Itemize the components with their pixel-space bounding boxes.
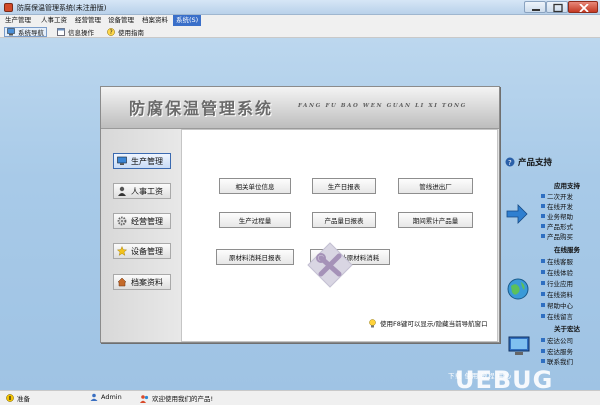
app-icon [4,3,13,12]
link-industry-app[interactable]: 行业应用 [541,278,573,288]
monitor-icon [117,156,127,165]
svg-text:?: ? [110,29,113,36]
link-online-dev[interactable]: 在线开发 [541,201,573,211]
category-label: 设备管理 [131,246,163,256]
help-icon: ? [107,28,115,36]
f8-hint: 使用F8键可以显示/隐藏当前导航窗口 [368,318,488,328]
tool-info-ops[interactable]: 信息操作 [57,27,94,37]
globe-icon [507,278,529,300]
category-equipment[interactable]: 设备管理 [113,243,171,259]
section-about: 关于宏达 [554,325,580,333]
menu-equipment[interactable]: 设备管理 [105,15,137,26]
close-button[interactable] [568,1,598,13]
user-icon [118,186,126,196]
function-production-daily[interactable]: 生产日报表 [312,178,376,194]
tool-system-nav[interactable]: 系统导航 [4,27,47,37]
user-icon [90,393,98,401]
link-company[interactable]: 宏达公司 [541,335,573,345]
function-period-output[interactable]: 期间累计产品量 [398,212,473,228]
menu-bar: 生产管理 人事工资 经营管理 设备管理 档案资料 系统(S) [0,15,600,26]
tool-label: 使用指南 [118,29,144,37]
close-icon [579,4,589,12]
section-online-service: 在线服务 [554,246,580,254]
title-bar: 防腐保温管理系统(未注册版) [0,0,600,15]
support-title: 产品支持 [518,158,553,168]
tool-user-guide[interactable]: ? 使用指南 [107,27,144,37]
arrow-right-icon [506,204,528,224]
svg-text:?: ? [508,159,512,167]
tool-label: 信息操作 [68,29,94,37]
menu-business[interactable]: 经营管理 [72,15,104,26]
computer-icon [508,336,530,355]
gear-icon [117,216,127,226]
minimize-button[interactable] [524,1,546,13]
function-related-units[interactable]: 相关单位信息 [219,178,291,194]
menu-production[interactable]: 生产管理 [2,15,34,26]
navigation-panel: 防腐保温管理系统 FANG FU BAO WEN GUAN LI XI TONG… [100,86,500,343]
product-support-panel: ? 产品支持 应用支持 二次开发 在线开发 业务帮助 产品形式 产品购买 在线服… [505,156,600,371]
status-message: 欢迎使用我们的产品! [140,393,213,403]
category-business[interactable]: 经营管理 [113,213,171,229]
nav-title: 防腐保温管理系统 [129,99,274,118]
link-product-purchase[interactable]: 产品购买 [541,231,573,241]
star-icon [117,246,127,256]
link-online-trial[interactable]: 在线体验 [541,267,573,277]
nav-pinyin: FANG FU BAO WEN GUAN LI XI TONG [298,103,467,109]
support-header: ? 产品支持 [505,156,552,168]
hint-text: 使用F8键可以显示/隐藏当前导航窗口 [380,320,488,328]
function-pipeline-inout[interactable]: 管线进出厂 [398,178,473,194]
function-material-daily[interactable]: 原材料消耗日报表 [216,249,294,265]
category-label: 人事工资 [131,186,163,196]
category-label: 经营管理 [131,216,163,226]
monitor-icon [7,28,15,36]
category-archive[interactable]: 档案资料 [113,274,171,290]
function-output-daily[interactable]: 产品量日报表 [312,212,376,228]
status-bar: 准备 Admin 欢迎使用我们的产品! [0,390,600,405]
link-contact[interactable]: 联系我们 [541,356,573,366]
link-online-docs[interactable]: 在线资料 [541,289,573,299]
nav-function-area: 相关单位信息 生产日报表 管线进出厂 生产过程量 产品量日报表 期间累计产品量 … [181,129,498,342]
category-label: 档案资料 [131,277,163,287]
menu-personnel[interactable]: 人事工资 [38,15,70,26]
category-production[interactable]: 生产管理 [113,153,171,169]
help-icon: ? [505,157,515,167]
link-online-message[interactable]: 在线留言 [541,311,573,321]
nav-header: 防腐保温管理系统 FANG FU BAO WEN GUAN LI XI TONG [101,87,499,129]
watermark-text: 下载 使用 教程 中心 [448,372,512,380]
maximize-icon [553,3,563,13]
link-online-cs[interactable]: 在线客服 [541,256,573,266]
menu-system[interactable]: 系统(S) [173,15,202,26]
category-personnel[interactable]: 人事工资 [113,183,171,199]
function-process-quantity[interactable]: 生产过程量 [219,212,291,228]
status-user: Admin [90,393,122,401]
category-label: 生产管理 [131,156,163,166]
nav-category-list: 生产管理 人事工资 经营管理 设备管理 档案资料 [101,129,181,342]
link-secondary-dev[interactable]: 二次开发 [541,191,573,201]
window-icon [57,28,65,36]
section-app-support: 应用支持 [554,182,580,190]
link-service[interactable]: 宏达服务 [541,346,573,356]
maximize-button[interactable] [546,1,568,13]
minimize-icon [532,9,540,11]
tools-logo-icon [307,242,353,288]
link-product-form[interactable]: 产品形式 [541,221,573,231]
info-icon [6,394,14,402]
toolbar: 系统导航 信息操作 ? 使用指南 [0,26,600,38]
tool-label: 系统导航 [18,29,44,37]
people-icon [140,394,149,403]
link-help-center[interactable]: 帮助中心 [541,300,573,310]
window-title: 防腐保温管理系统(未注册版) [17,4,107,12]
status-state: 准备 [6,393,30,403]
menu-archive[interactable]: 档案资料 [139,15,171,26]
link-business-help[interactable]: 业务帮助 [541,211,573,221]
lightbulb-icon [369,318,376,327]
home-icon [117,277,127,287]
